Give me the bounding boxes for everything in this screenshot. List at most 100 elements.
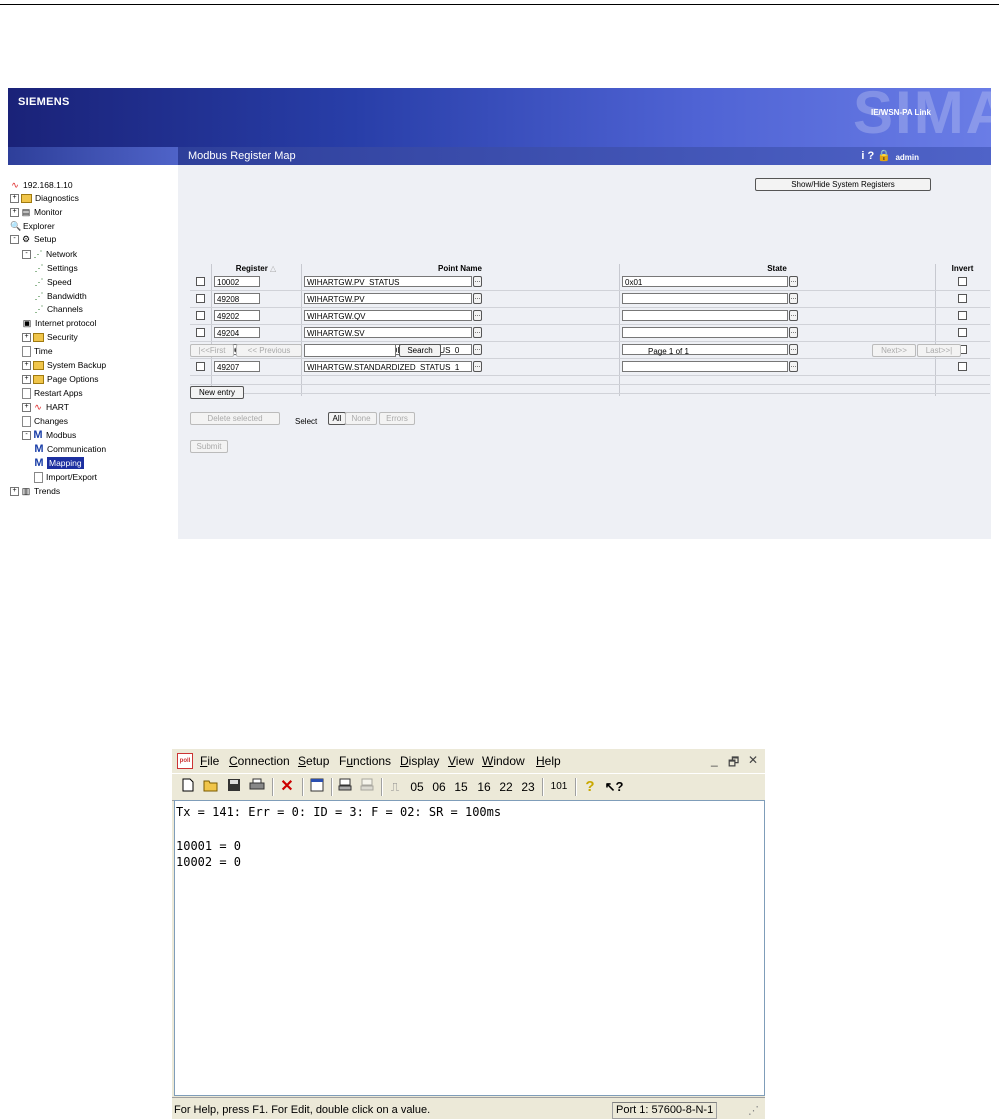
function-23-button[interactable]: 23 xyxy=(519,778,537,796)
menu-help[interactable]: Help xyxy=(536,754,561,768)
tree-item-import-export[interactable]: Import/Export xyxy=(34,471,97,483)
show-hide-system-registers-button[interactable]: Show/Hide System Registers xyxy=(755,178,931,191)
point-name-browse-button[interactable]: ... xyxy=(473,276,482,287)
point-name-input[interactable]: WIHARTGW.STANDARDIZED_STATUS_1 xyxy=(304,361,472,372)
point-name-browse-button[interactable]: ... xyxy=(473,327,482,338)
tree-item-bandwidth[interactable]: ⋰ Bandwidth xyxy=(34,290,87,302)
tree-item-security[interactable]: + Security xyxy=(22,331,78,343)
row-select-checkbox[interactable] xyxy=(196,294,205,303)
row-select-checkbox[interactable] xyxy=(196,277,205,286)
search-button[interactable]: Search xyxy=(399,344,441,357)
point-name-input[interactable]: WIHARTGW.PV xyxy=(304,293,472,304)
connect-icon[interactable] xyxy=(337,778,353,796)
menu-display[interactable]: Display xyxy=(400,754,439,768)
state-browse-button[interactable]: ... xyxy=(789,361,798,372)
collapse-icon[interactable]: - xyxy=(10,234,19,244)
register-input[interactable]: 10002 xyxy=(214,276,260,287)
menu-functions[interactable]: Functions xyxy=(339,754,391,768)
expand-icon[interactable]: + xyxy=(22,402,31,412)
expand-icon[interactable]: + xyxy=(10,207,19,217)
minimize-icon[interactable]: _ xyxy=(711,753,718,767)
state-input[interactable] xyxy=(622,293,788,304)
state-input[interactable] xyxy=(622,361,788,372)
tree-item-channels[interactable]: ⋰ Channels xyxy=(34,303,83,315)
register-input[interactable]: 49202 xyxy=(214,310,260,321)
tree-item-settings[interactable]: ⋰ Settings xyxy=(34,262,78,274)
state-input[interactable] xyxy=(622,327,788,338)
state-browse-button[interactable]: ... xyxy=(789,276,798,287)
point-name-browse-button[interactable]: ... xyxy=(473,310,482,321)
help-icon[interactable]: ? xyxy=(582,778,598,796)
tree-item-trends[interactable]: + ▥ Trends xyxy=(10,485,60,497)
save-icon[interactable] xyxy=(226,778,242,796)
print-icon[interactable] xyxy=(248,778,266,796)
point-name-input[interactable]: WIHARTGW.SV xyxy=(304,327,472,338)
state-input[interactable] xyxy=(622,344,788,355)
function-06-button[interactable]: 06 xyxy=(430,778,448,796)
expand-icon[interactable]: + xyxy=(22,332,31,342)
tree-item-restart-apps[interactable]: Restart Apps xyxy=(22,387,83,399)
invert-checkbox[interactable] xyxy=(958,277,967,286)
menu-connection[interactable]: Connection xyxy=(229,754,290,768)
state-input[interactable] xyxy=(622,310,788,321)
tree-item-network[interactable]: - ⋰ Network xyxy=(22,248,77,260)
tree-item-diagnostics[interactable]: + Diagnostics xyxy=(10,192,79,204)
state-input[interactable]: 0x01 xyxy=(622,276,788,287)
menu-view[interactable]: View xyxy=(448,754,474,768)
point-name-browse-button[interactable]: ... xyxy=(473,361,482,372)
tree-item-setup[interactable]: - ⚙ Setup xyxy=(10,233,56,245)
tree-item-changes[interactable]: Changes xyxy=(22,415,68,427)
select-none-button[interactable]: None xyxy=(345,412,377,425)
pulse-icon[interactable]: ⎍ xyxy=(387,778,403,796)
search-input[interactable] xyxy=(304,344,396,357)
function-16-button[interactable]: 16 xyxy=(475,778,493,796)
expand-icon[interactable]: + xyxy=(10,486,19,496)
function-22-button[interactable]: 22 xyxy=(497,778,515,796)
invert-checkbox[interactable] xyxy=(958,328,967,337)
point-name-input[interactable]: WIHARTGW.PV_STATUS xyxy=(304,276,472,287)
tree-item-192-168-1-10[interactable]: ∿ 192.168.1.10 xyxy=(10,179,72,191)
tree-item-monitor[interactable]: + ▤ Monitor xyxy=(10,206,62,218)
previous-page-button[interactable]: << Previous xyxy=(236,344,302,357)
row-select-checkbox[interactable] xyxy=(196,328,205,337)
row-select-checkbox[interactable] xyxy=(196,362,205,371)
delete-selected-button[interactable]: Delete selected xyxy=(190,412,280,425)
delete-icon[interactable]: ✕ xyxy=(278,778,296,796)
register-value[interactable]: 10002 = 0 xyxy=(176,855,241,869)
point-name-browse-button[interactable]: ... xyxy=(473,344,482,355)
window-icon[interactable] xyxy=(309,778,325,796)
tree-item-system-backup[interactable]: + System Backup xyxy=(22,359,106,371)
tree-item-page-options[interactable]: + Page Options xyxy=(22,373,99,385)
state-browse-button[interactable]: ... xyxy=(789,327,798,338)
next-page-button[interactable]: Next>> xyxy=(872,344,916,357)
expand-icon[interactable]: + xyxy=(10,193,19,203)
restore-icon[interactable]: 🗗 xyxy=(728,753,739,774)
new-entry-button[interactable]: New entry xyxy=(190,386,244,399)
tree-item-speed[interactable]: ⋰ Speed xyxy=(34,276,72,288)
state-browse-button[interactable]: ... xyxy=(789,344,798,355)
invert-checkbox[interactable] xyxy=(958,362,967,371)
register-display[interactable]: Tx = 141: Err = 0: ID = 3: F = 02: SR = … xyxy=(174,800,765,1096)
context-help-icon[interactable]: ↖? xyxy=(604,778,624,796)
collapse-icon[interactable]: - xyxy=(22,249,31,259)
register-value[interactable]: 10001 = 0 xyxy=(176,839,241,853)
disconnect-icon[interactable] xyxy=(359,778,375,796)
select-all-button[interactable]: All xyxy=(328,412,346,425)
close-icon[interactable]: ✕ xyxy=(748,753,758,767)
tree-item-communication[interactable]: M Communication xyxy=(34,443,106,455)
register-input[interactable]: 49208 xyxy=(214,293,260,304)
invert-checkbox[interactable] xyxy=(958,311,967,320)
expand-icon[interactable]: + xyxy=(22,374,31,384)
function-15-button[interactable]: 15 xyxy=(452,778,470,796)
resize-grip-icon[interactable]: ⋰ xyxy=(748,1104,759,1117)
open-folder-icon[interactable] xyxy=(202,778,220,796)
submit-button[interactable]: Submit xyxy=(190,440,228,453)
function-05-button[interactable]: 05 xyxy=(408,778,426,796)
tree-item-hart[interactable]: + ∿ HART xyxy=(22,401,69,413)
state-browse-button[interactable]: ... xyxy=(789,310,798,321)
column-header-register[interactable]: Register △ xyxy=(211,264,301,273)
expand-icon[interactable]: + xyxy=(22,360,31,370)
menu-setup[interactable]: Setup xyxy=(298,754,329,768)
tree-item-explorer[interactable]: 🔍 Explorer xyxy=(10,220,55,232)
select-errors-button[interactable]: Errors xyxy=(379,412,415,425)
